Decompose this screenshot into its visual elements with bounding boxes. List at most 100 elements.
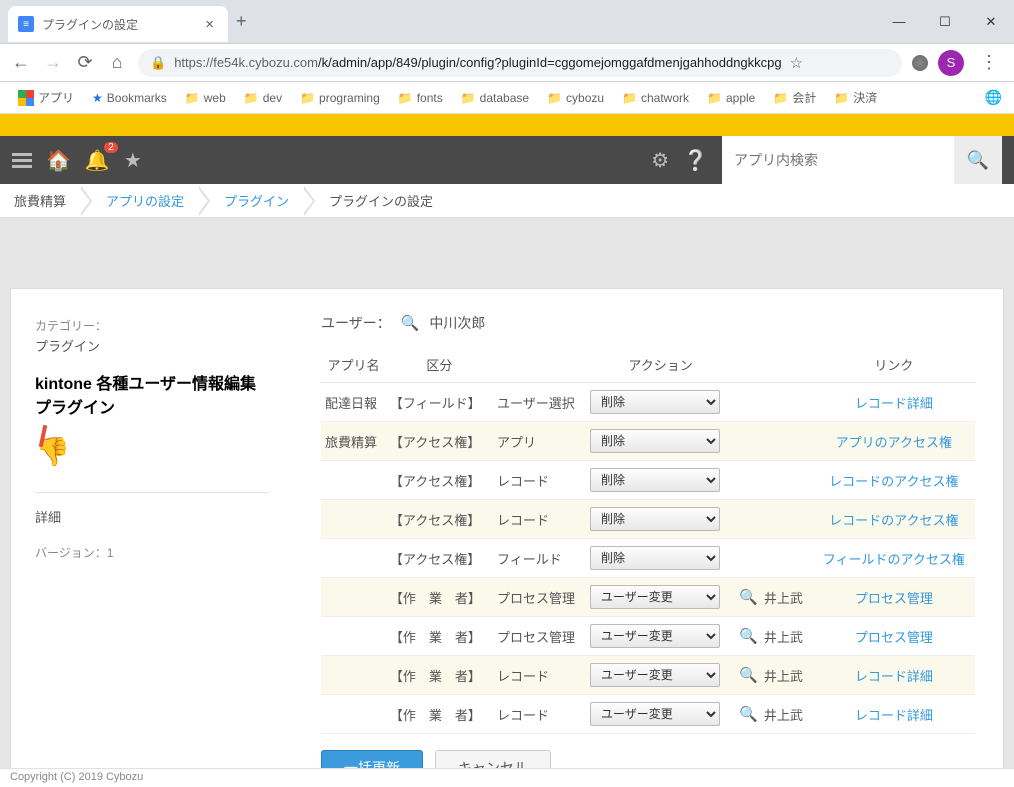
tab-title: プラグインの設定 (42, 16, 193, 33)
crumb-app[interactable]: 旅費精算 (0, 184, 82, 218)
search-icon[interactable]: 🔍 (739, 666, 758, 684)
reload-button[interactable]: ⟳ (74, 52, 96, 73)
back-button[interactable]: ← (10, 52, 32, 73)
table-row: 旅費精算【アクセス権】アプリ削除 アプリのアクセス権 (321, 422, 975, 461)
action-select[interactable]: 削除 (590, 546, 720, 570)
notification-icon[interactable]: 🔔2 (85, 148, 110, 173)
home-button[interactable]: ⌂ (106, 52, 128, 73)
cell-app: 旅費精算 (321, 422, 386, 461)
bookmark-folder[interactable]: 📁programing (294, 89, 386, 107)
action-select[interactable]: ユーザー変更 (590, 702, 720, 726)
action-select[interactable]: 削除 (590, 507, 720, 531)
detail-link[interactable]: フィールドのアクセス権 (823, 552, 965, 567)
menu-icon[interactable] (12, 153, 32, 168)
home-icon[interactable]: 🏠 (46, 148, 71, 173)
divider (35, 492, 269, 493)
maximize-button[interactable]: ☐ (922, 0, 968, 43)
gear-icon[interactable]: ⚙ (651, 148, 669, 173)
th-app: アプリ名 (321, 347, 386, 383)
cell-cat: 【アクセス権】 (386, 539, 493, 578)
detail-link[interactable]: レコード詳細 (855, 708, 933, 723)
th-action: アクション (586, 347, 735, 383)
table-row: 【アクセス権】フィールド削除フィールドのアクセス権 (321, 539, 975, 578)
cell-user (735, 383, 813, 422)
category-name: プラグイン (35, 336, 269, 355)
cell-sub: レコード (493, 500, 586, 539)
cell-link: プロセス管理 (813, 617, 975, 656)
crumb-settings[interactable]: アプリの設定 (82, 184, 200, 218)
other-bookmarks-icon[interactable]: 🌐 (985, 89, 1002, 106)
bookmark-folder[interactable]: 📁database (455, 89, 535, 107)
cancel-button[interactable]: キャンセル (435, 750, 551, 768)
cell-user (735, 539, 813, 578)
search-input[interactable] (722, 152, 954, 168)
folder-icon: 📁 (244, 91, 259, 105)
favorite-icon[interactable]: ★ (124, 148, 142, 173)
detail-link[interactable]: レコードのアクセス権 (829, 474, 958, 489)
url-text: https://fe54k.cybozu.com/k/admin/app/849… (174, 55, 781, 70)
detail-link[interactable]: レコード詳細 (855, 669, 933, 684)
breadcrumb: 旅費精算 アプリの設定 プラグイン プラグインの設定 (0, 184, 1014, 218)
apps-shortcut[interactable]: アプリ (12, 87, 80, 108)
cell-cat: 【アクセス権】 (386, 461, 493, 500)
cell-action: 削除 (586, 422, 735, 461)
search-button[interactable]: 🔍 (954, 136, 1002, 184)
cell-link: レコード詳細 (813, 695, 975, 734)
detail-link[interactable]: レコード詳細 (855, 396, 933, 411)
bookmark-folder[interactable]: 📁web (179, 89, 232, 107)
action-select[interactable]: ユーザー変更 (590, 624, 720, 648)
profile-avatar[interactable]: S (938, 50, 964, 76)
minimize-button[interactable]: — (876, 0, 922, 43)
detail-link[interactable]: アプリのアクセス権 (836, 435, 952, 450)
cell-link: プロセス管理 (813, 578, 975, 617)
cell-action: 削除 (586, 383, 735, 422)
cell-sub: レコード (493, 695, 586, 734)
bookmark-folder[interactable]: 📁chatwork (616, 89, 695, 107)
table-row: 【アクセス権】レコード削除レコードのアクセス権 (321, 461, 975, 500)
search-icon[interactable]: 🔍 (401, 314, 420, 332)
bookmark-folder[interactable]: 📁fonts (392, 89, 449, 107)
bookmark-folder[interactable]: 📁決済 (828, 87, 883, 108)
action-select[interactable]: 削除 (590, 429, 720, 453)
cell-sub: アプリ (493, 422, 586, 461)
bulk-update-button[interactable]: 一括更新 (321, 750, 423, 768)
browser-menu-icon[interactable]: ⋮ (974, 52, 1004, 73)
search-icon[interactable]: 🔍 (739, 588, 758, 606)
bookmark-star-icon[interactable]: ☆ (790, 54, 803, 72)
cell-link: レコードのアクセス権 (813, 461, 975, 500)
detail-link[interactable]: プロセス管理 (855, 591, 933, 606)
crumb-plugins[interactable]: プラグイン (200, 184, 305, 218)
detail-link[interactable]: プロセス管理 (855, 630, 933, 645)
new-tab-button[interactable]: + (236, 11, 247, 32)
bookmark-item[interactable]: ★Bookmarks (86, 89, 173, 107)
bookmark-folder[interactable]: 📁会計 (767, 87, 822, 108)
cell-user (735, 422, 813, 461)
browser-tab[interactable]: ≡ プラグインの設定 × (8, 6, 228, 42)
extension-icon[interactable] (912, 55, 928, 71)
cell-app (321, 539, 386, 578)
table-row: 【作 業 者】プロセス管理ユーザー変更🔍井上武プロセス管理 (321, 617, 975, 656)
bookmark-folder[interactable]: 📁apple (701, 89, 761, 107)
cell-action: ユーザー変更 (586, 695, 735, 734)
table-row: 【作 業 者】プロセス管理ユーザー変更🔍井上武プロセス管理 (321, 578, 975, 617)
bookmark-folder[interactable]: 📁dev (238, 89, 288, 107)
cell-sub: プロセス管理 (493, 617, 586, 656)
action-select[interactable]: ユーザー変更 (590, 663, 720, 687)
close-tab-icon[interactable]: × (201, 16, 218, 33)
search-icon[interactable]: 🔍 (739, 705, 758, 723)
bookmark-folder[interactable]: 📁cybozu (541, 89, 610, 107)
help-icon[interactable]: ❔ (683, 148, 708, 173)
folder-icon: 📁 (185, 91, 200, 105)
action-select[interactable]: 削除 (590, 468, 720, 492)
action-select[interactable]: ユーザー変更 (590, 585, 720, 609)
search-icon[interactable]: 🔍 (739, 627, 758, 645)
forward-button[interactable]: → (42, 52, 64, 73)
detail-link[interactable]: レコードのアクセス権 (829, 513, 958, 528)
url-field[interactable]: 🔒 https://fe54k.cybozu.com/k/admin/app/8… (138, 49, 902, 77)
close-window-button[interactable]: ✕ (968, 0, 1014, 43)
cell-cat: 【アクセス権】 (386, 422, 493, 461)
cell-cat: 【作 業 者】 (386, 617, 493, 656)
folder-icon: 📁 (547, 91, 562, 105)
action-select[interactable]: 削除 (590, 390, 720, 414)
th-sub (493, 347, 586, 383)
